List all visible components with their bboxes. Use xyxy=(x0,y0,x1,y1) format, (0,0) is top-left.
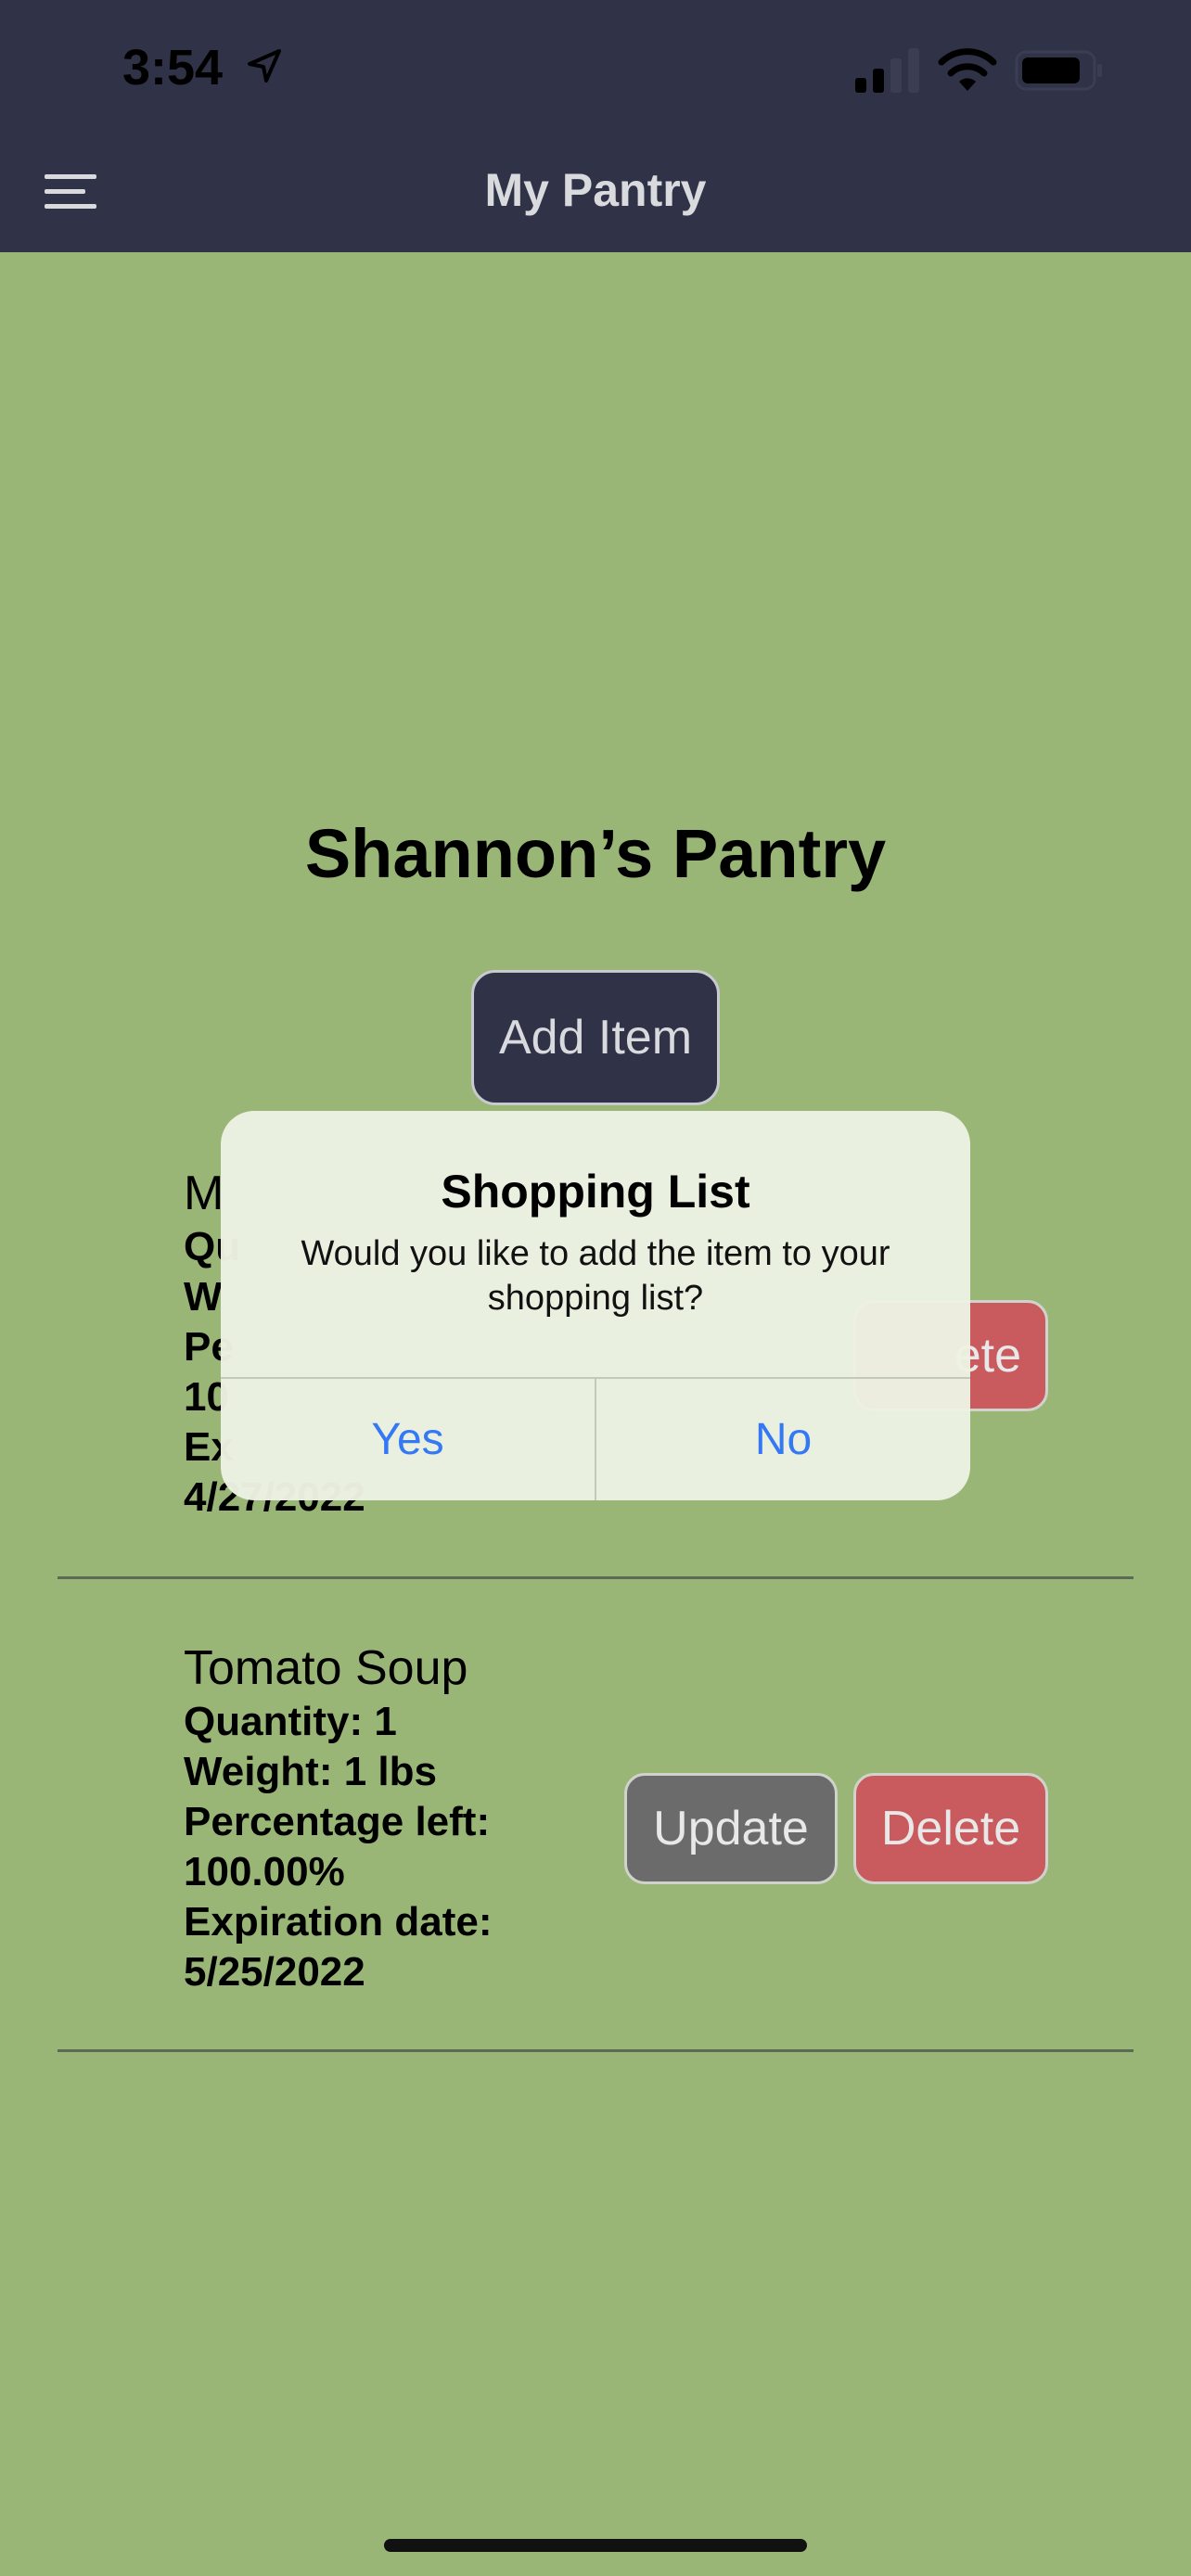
alert-yes-button[interactable]: Yes xyxy=(221,1379,595,1500)
item-expiration-label: Expiration date: xyxy=(184,1899,493,1945)
alert-message: Would you like to add the item to your s… xyxy=(301,1234,890,1318)
divider xyxy=(58,2049,1133,2052)
alert-no-button[interactable]: No xyxy=(596,1379,970,1500)
update-button[interactable]: Update xyxy=(624,1773,838,1884)
battery-icon xyxy=(1015,50,1102,91)
top-bar: 3:54 My Pantry xyxy=(0,0,1191,252)
wifi-icon xyxy=(938,48,997,91)
item-name: Tomato Soup xyxy=(184,1641,468,1695)
add-item-button[interactable]: Add Item xyxy=(471,970,720,1105)
cellular-signal-icon xyxy=(855,48,919,93)
item-quantity: Quantity: 1 xyxy=(184,1699,397,1744)
page-title: Shannon’s Pantry xyxy=(304,815,887,892)
item-expiration-value: 5/25/2022 xyxy=(184,1949,365,1995)
location-arrow-icon xyxy=(246,39,283,96)
shopping-list-alert: Shopping List Would you like to add the … xyxy=(221,1111,970,1500)
status-time: 3:54 xyxy=(122,39,283,96)
divider xyxy=(58,1576,1133,1579)
home-indicator xyxy=(384,2539,807,2552)
nav-title: My Pantry xyxy=(484,164,707,216)
status-time-text: 3:54 xyxy=(122,40,224,96)
alert-title: Shopping List xyxy=(441,1166,750,1218)
delete-button[interactable]: Delete xyxy=(853,1773,1048,1884)
